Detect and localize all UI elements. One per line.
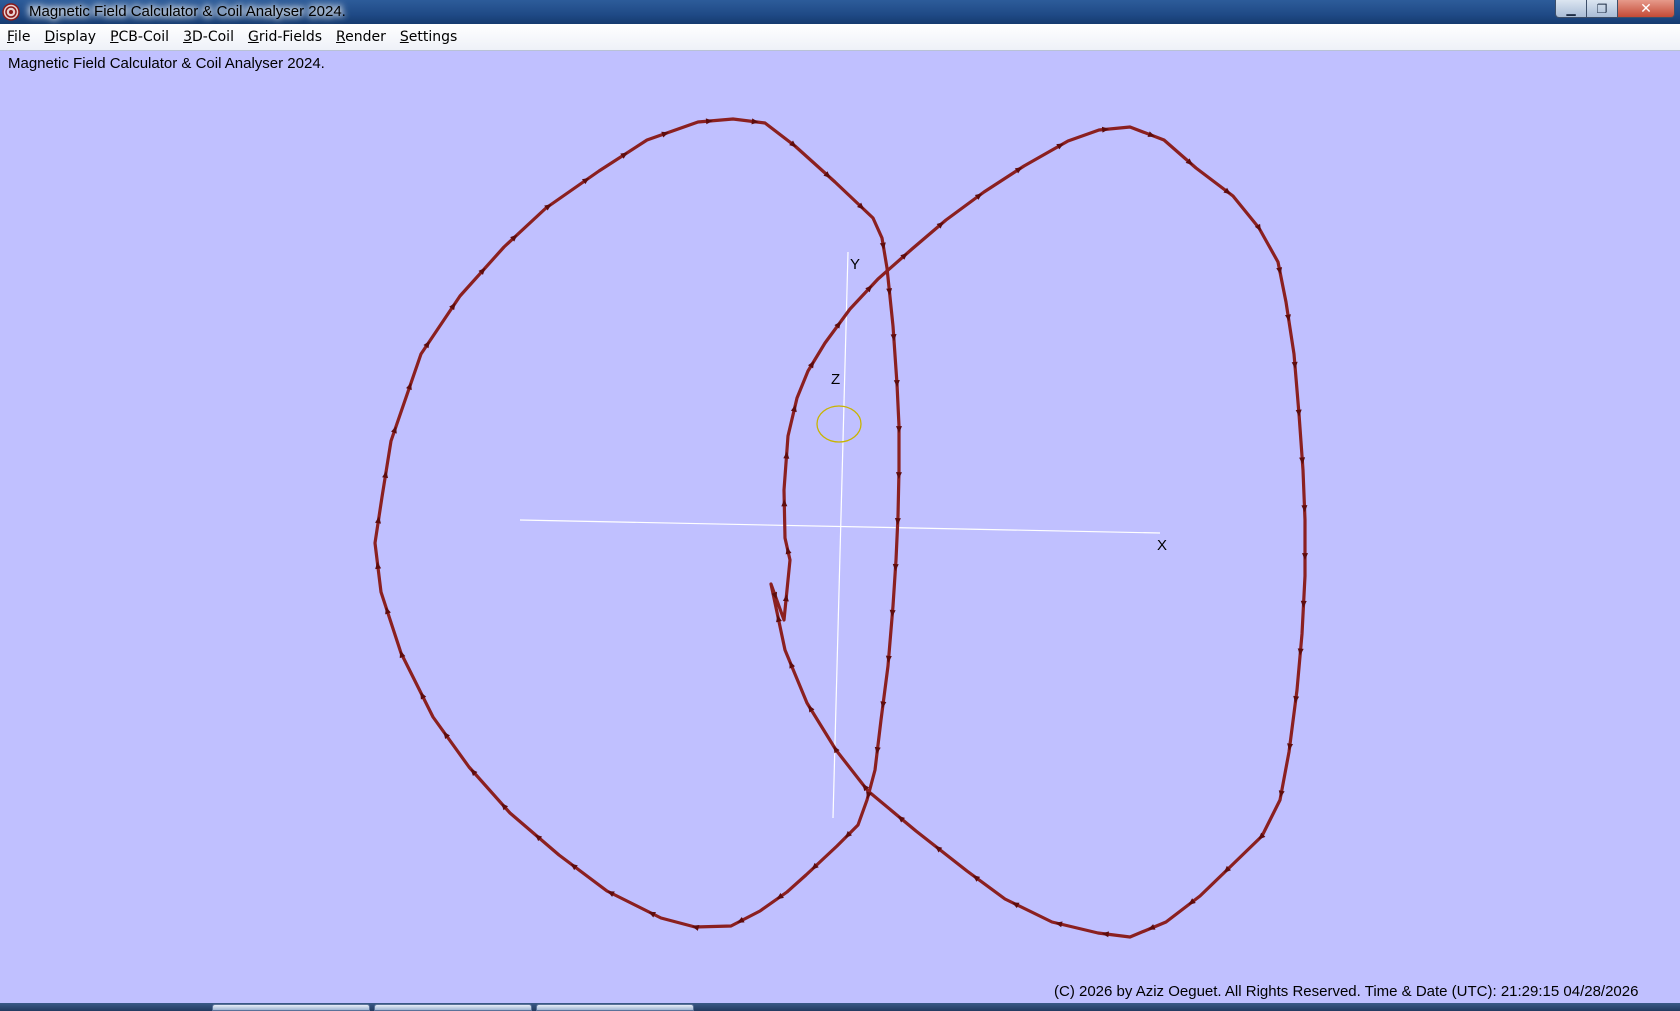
coil-loop-right[interactable]	[769, 125, 1307, 939]
current-arrow-icon	[893, 380, 900, 388]
current-arrow-icon	[1291, 361, 1298, 370]
current-arrow-icon	[1101, 126, 1110, 133]
current-arrow-icon	[885, 655, 892, 663]
menu-settings[interactable]: Settings	[400, 29, 457, 45]
current-arrow-icon	[890, 334, 897, 342]
taskbar-button[interactable]	[212, 1004, 370, 1011]
current-arrow-icon	[1302, 553, 1308, 561]
current-arrow-icon	[1297, 648, 1304, 656]
current-arrow-icon	[896, 426, 902, 434]
current-arrow-icon	[892, 563, 899, 572]
menu-grid-fields[interactable]: Grid-Fields	[248, 29, 322, 45]
current-arrow-icon	[705, 118, 714, 125]
current-arrow-icon	[895, 472, 902, 480]
x-axis-line	[519, 519, 1161, 534]
maximize-icon: ❐	[1596, 1, 1608, 16]
banner-text: Magnetic Field Calculator & Coil Analyse…	[8, 55, 325, 72]
current-arrow-icon	[889, 609, 896, 618]
close-button[interactable]: ✕	[1617, 0, 1675, 18]
title-bar: Magnetic Field Calculator & Coil Analyse…	[0, 0, 1680, 24]
taskbar-button[interactable]	[374, 1004, 532, 1011]
origin-marker	[816, 405, 862, 443]
menu-bar: File Display PCB-Coil 3D-Coil Grid-Field…	[0, 24, 1680, 51]
current-arrow-icon	[1295, 409, 1302, 417]
current-arrow-icon	[886, 288, 893, 296]
menu-3d-coil[interactable]: 3D-Coil	[183, 29, 234, 45]
current-arrow-icon	[783, 451, 790, 459]
current-arrow-icon	[894, 518, 901, 526]
current-arrow-icon	[1101, 931, 1110, 938]
current-arrow-icon	[782, 594, 789, 602]
current-arrow-icon	[375, 561, 382, 570]
z-axis-label: Z	[831, 371, 841, 388]
current-arrow-icon	[1301, 505, 1308, 513]
maximize-button[interactable]: ❐	[1586, 0, 1618, 18]
coil-viewport[interactable]	[0, 51, 1680, 1000]
current-arrow-icon	[1287, 743, 1294, 751]
current-arrow-icon	[880, 701, 887, 709]
y-axis-line	[832, 251, 849, 819]
minimize-button[interactable]: ▁	[1555, 0, 1587, 18]
app-icon[interactable]	[2, 3, 20, 21]
menu-file[interactable]: File	[7, 29, 30, 45]
minimize-icon: ▁	[1566, 1, 1576, 16]
taskbar-button[interactable]	[536, 1004, 694, 1011]
current-arrow-icon	[1299, 457, 1306, 465]
close-icon: ✕	[1640, 0, 1652, 17]
current-arrow-icon	[781, 499, 788, 507]
menu-render[interactable]: Render	[336, 29, 386, 45]
current-arrow-icon	[1300, 600, 1307, 608]
copyright-status: (C) 2026 by Aziz Oeguet. All Rights Rese…	[1054, 983, 1639, 1000]
menu-display[interactable]: Display	[44, 29, 96, 45]
x-axis-label: X	[1157, 537, 1168, 554]
y-axis-label: Y	[850, 256, 861, 273]
window-title: Magnetic Field Calculator & Coil Analyse…	[29, 3, 346, 20]
current-arrow-icon	[751, 118, 759, 125]
coil-loop-left[interactable]	[373, 117, 901, 929]
menu-pcb-coil[interactable]: PCB-Coil	[110, 29, 169, 45]
current-arrow-icon	[1293, 695, 1300, 704]
current-arrow-icon	[874, 746, 881, 755]
